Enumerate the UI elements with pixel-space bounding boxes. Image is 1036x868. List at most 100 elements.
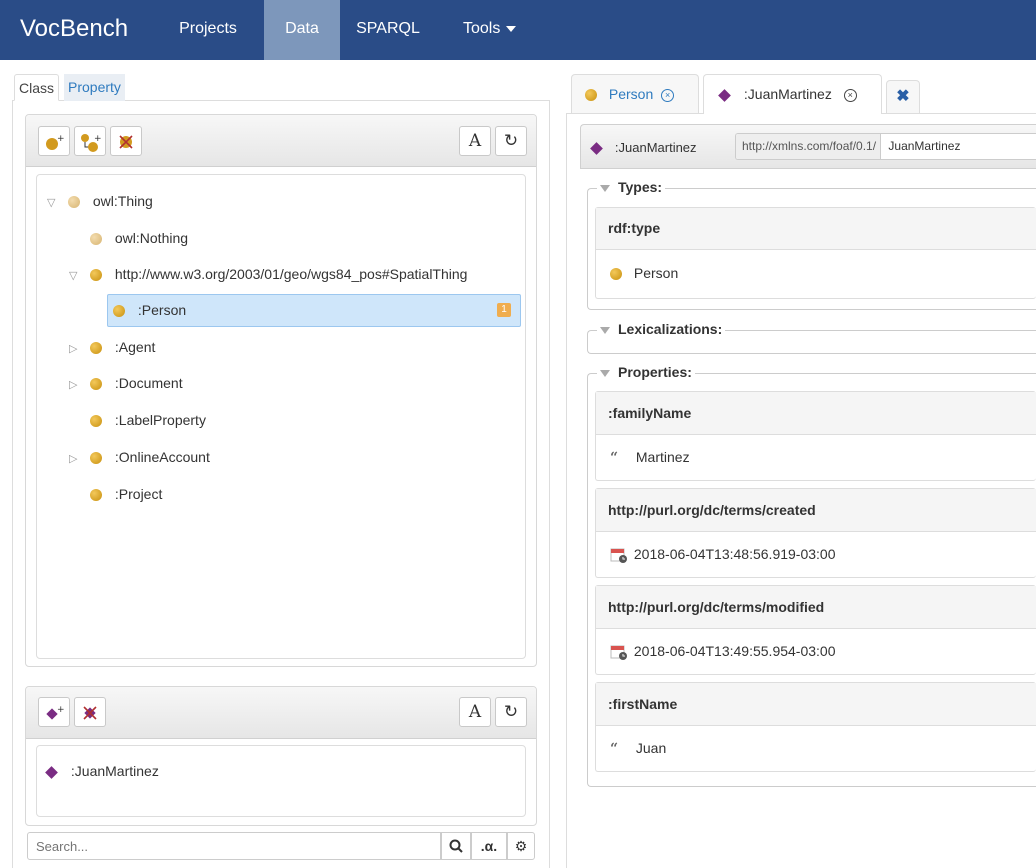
- close-icon[interactable]: ×: [843, 88, 857, 102]
- search-field[interactable]: [34, 834, 434, 858]
- value-label: 2018-06-04T13:48:56.919-03:00: [633, 546, 836, 562]
- svg-text:+: +: [94, 134, 101, 144]
- type-box: rdf:type Person: [595, 207, 1036, 299]
- add-subclass-icon: +: [81, 134, 102, 152]
- alpha-label: A: [468, 702, 482, 722]
- property-value[interactable]: “ Juan: [610, 740, 666, 757]
- tree-node-label: :OnlineAccount: [114, 449, 210, 465]
- predicate-header[interactable]: :familyName: [596, 392, 1036, 435]
- tree-node-label: :Project: [114, 486, 163, 502]
- tree-node-onlineaccount[interactable]: :OnlineAccount: [90, 446, 210, 468]
- search-button[interactable]: [441, 832, 471, 860]
- tree-node-person[interactable]: :Person: [113, 299, 186, 321]
- calendar-icon: [610, 643, 628, 661]
- tab-person[interactable]: Person ×: [571, 74, 699, 113]
- tab-label: Person: [608, 86, 654, 102]
- refresh-icon: ↻: [503, 131, 519, 150]
- lexicalizations-section-header[interactable]: Lexicalizations:: [597, 321, 726, 337]
- chevron-down-icon: [506, 25, 517, 32]
- predicate-header[interactable]: http://purl.org/dc/terms/modified: [596, 586, 1036, 629]
- expand-toggle-icon[interactable]: ▽: [69, 269, 77, 282]
- predicate-header[interactable]: rdf:type: [596, 208, 1036, 250]
- tree-node-project[interactable]: :Project: [90, 483, 162, 505]
- tab-property[interactable]: Property: [64, 74, 125, 101]
- individual-icon: [45, 765, 58, 779]
- type-value[interactable]: Person: [610, 265, 678, 281]
- rendering-toggle-button[interactable]: A: [459, 697, 491, 727]
- gear-icon: ⚙: [514, 838, 528, 854]
- value-label: 2018-06-04T13:49:55.954-03:00: [633, 643, 836, 659]
- tab-juanmartinez[interactable]: :JuanMartinez ×: [703, 74, 882, 114]
- property-box-created: http://purl.org/dc/terms/created 2018-06…: [595, 488, 1036, 578]
- search-icon: [449, 839, 463, 853]
- section-title: Properties:: [618, 364, 692, 380]
- close-icon[interactable]: ×: [661, 88, 675, 102]
- class-icon: [90, 269, 102, 282]
- tree-node-document[interactable]: :Document: [90, 372, 183, 394]
- section-title: Types:: [618, 179, 663, 195]
- calendar-icon: [610, 546, 628, 564]
- create-subclass-button[interactable]: +: [74, 126, 106, 156]
- section-title: Lexicalizations:: [618, 321, 723, 337]
- create-instance-button[interactable]: +: [38, 697, 70, 727]
- expand-toggle-icon[interactable]: ▽: [47, 196, 55, 209]
- local-name: JuanMartinez: [888, 139, 961, 153]
- expand-toggle-icon[interactable]: ▷: [69, 342, 77, 355]
- tree-node-agent[interactable]: :Agent: [90, 336, 155, 358]
- expand-toggle-icon[interactable]: ▷: [69, 378, 77, 391]
- brand-logo[interactable]: VocBench: [20, 15, 128, 43]
- instance-count-badge: 1: [497, 303, 511, 317]
- tab-class[interactable]: Class: [14, 74, 60, 101]
- delete-class-button[interactable]: [110, 126, 142, 156]
- tree-node-label: :Person: [137, 302, 187, 318]
- tree-node-labelproperty[interactable]: :LabelProperty: [90, 409, 206, 431]
- close-icon: ✖: [896, 88, 910, 105]
- add-class-icon: +: [46, 134, 65, 150]
- property-value[interactable]: 2018-06-04T13:48:56.919-03:00: [610, 546, 836, 564]
- create-class-button[interactable]: +: [38, 126, 70, 156]
- tree-node-spatialthing[interactable]: http://www.w3.org/2003/01/geo/wgs84_pos#…: [90, 263, 467, 285]
- tree-node-owl-nothing[interactable]: owl:Nothing: [90, 227, 188, 249]
- nav-projects[interactable]: Projects: [163, 0, 253, 60]
- search-mode-button[interactable]: .α.: [471, 832, 507, 860]
- class-icon: [68, 196, 80, 209]
- individual-icon: [718, 88, 731, 102]
- class-icon: [90, 342, 102, 355]
- property-box-firstname: :firstName “ Juan: [595, 682, 1036, 772]
- search-input[interactable]: [27, 832, 441, 860]
- rendering-toggle-button[interactable]: A: [459, 126, 491, 156]
- delete-instance-icon: [83, 706, 97, 720]
- nav-sparql[interactable]: SPARQL: [350, 0, 426, 60]
- class-icon: [90, 378, 102, 391]
- property-value[interactable]: 2018-06-04T13:49:55.954-03:00: [610, 643, 836, 661]
- resource-iri-field[interactable]: http://xmlns.com/foaf/0.1/ JuanMartinez: [735, 133, 1036, 160]
- close-all-tabs-button[interactable]: ✖: [886, 80, 920, 113]
- search-settings-button[interactable]: ⚙: [507, 832, 535, 860]
- class-icon: [90, 489, 102, 502]
- tree-node-label: owl:Nothing: [114, 230, 189, 246]
- resource-name: :JuanMartinez: [614, 140, 697, 155]
- value-label: Juan: [635, 740, 667, 756]
- refresh-button[interactable]: ↻: [495, 697, 527, 727]
- types-section-header[interactable]: Types:: [597, 179, 666, 195]
- nav-tools[interactable]: Tools: [463, 0, 563, 60]
- predicate-header[interactable]: http://purl.org/dc/terms/created: [596, 489, 1036, 532]
- expand-toggle-icon[interactable]: ▷: [69, 452, 77, 465]
- svg-text:+: +: [57, 705, 64, 715]
- nav-tools-label: Tools: [463, 20, 501, 37]
- tree-node-label: :Document: [114, 375, 183, 391]
- predicate-header[interactable]: :firstName: [596, 683, 1036, 726]
- tree-node-label: :LabelProperty: [114, 412, 206, 428]
- class-icon: [610, 268, 622, 281]
- class-icon: [585, 89, 597, 102]
- nav-data[interactable]: Data: [264, 0, 340, 60]
- refresh-button[interactable]: ↻: [495, 126, 527, 156]
- properties-section-header[interactable]: Properties:: [597, 364, 695, 380]
- delete-instance-button[interactable]: [74, 697, 106, 727]
- tree-node-owl-thing[interactable]: owl:Thing: [68, 190, 153, 212]
- property-value[interactable]: “ Martinez: [610, 449, 690, 466]
- refresh-icon: ↻: [503, 702, 519, 721]
- collapse-icon: [600, 369, 610, 377]
- instance-item-juanmartinez[interactable]: :JuanMartinez: [45, 760, 159, 782]
- navbar: VocBench Projects Data SPARQL Tools: [0, 0, 1036, 60]
